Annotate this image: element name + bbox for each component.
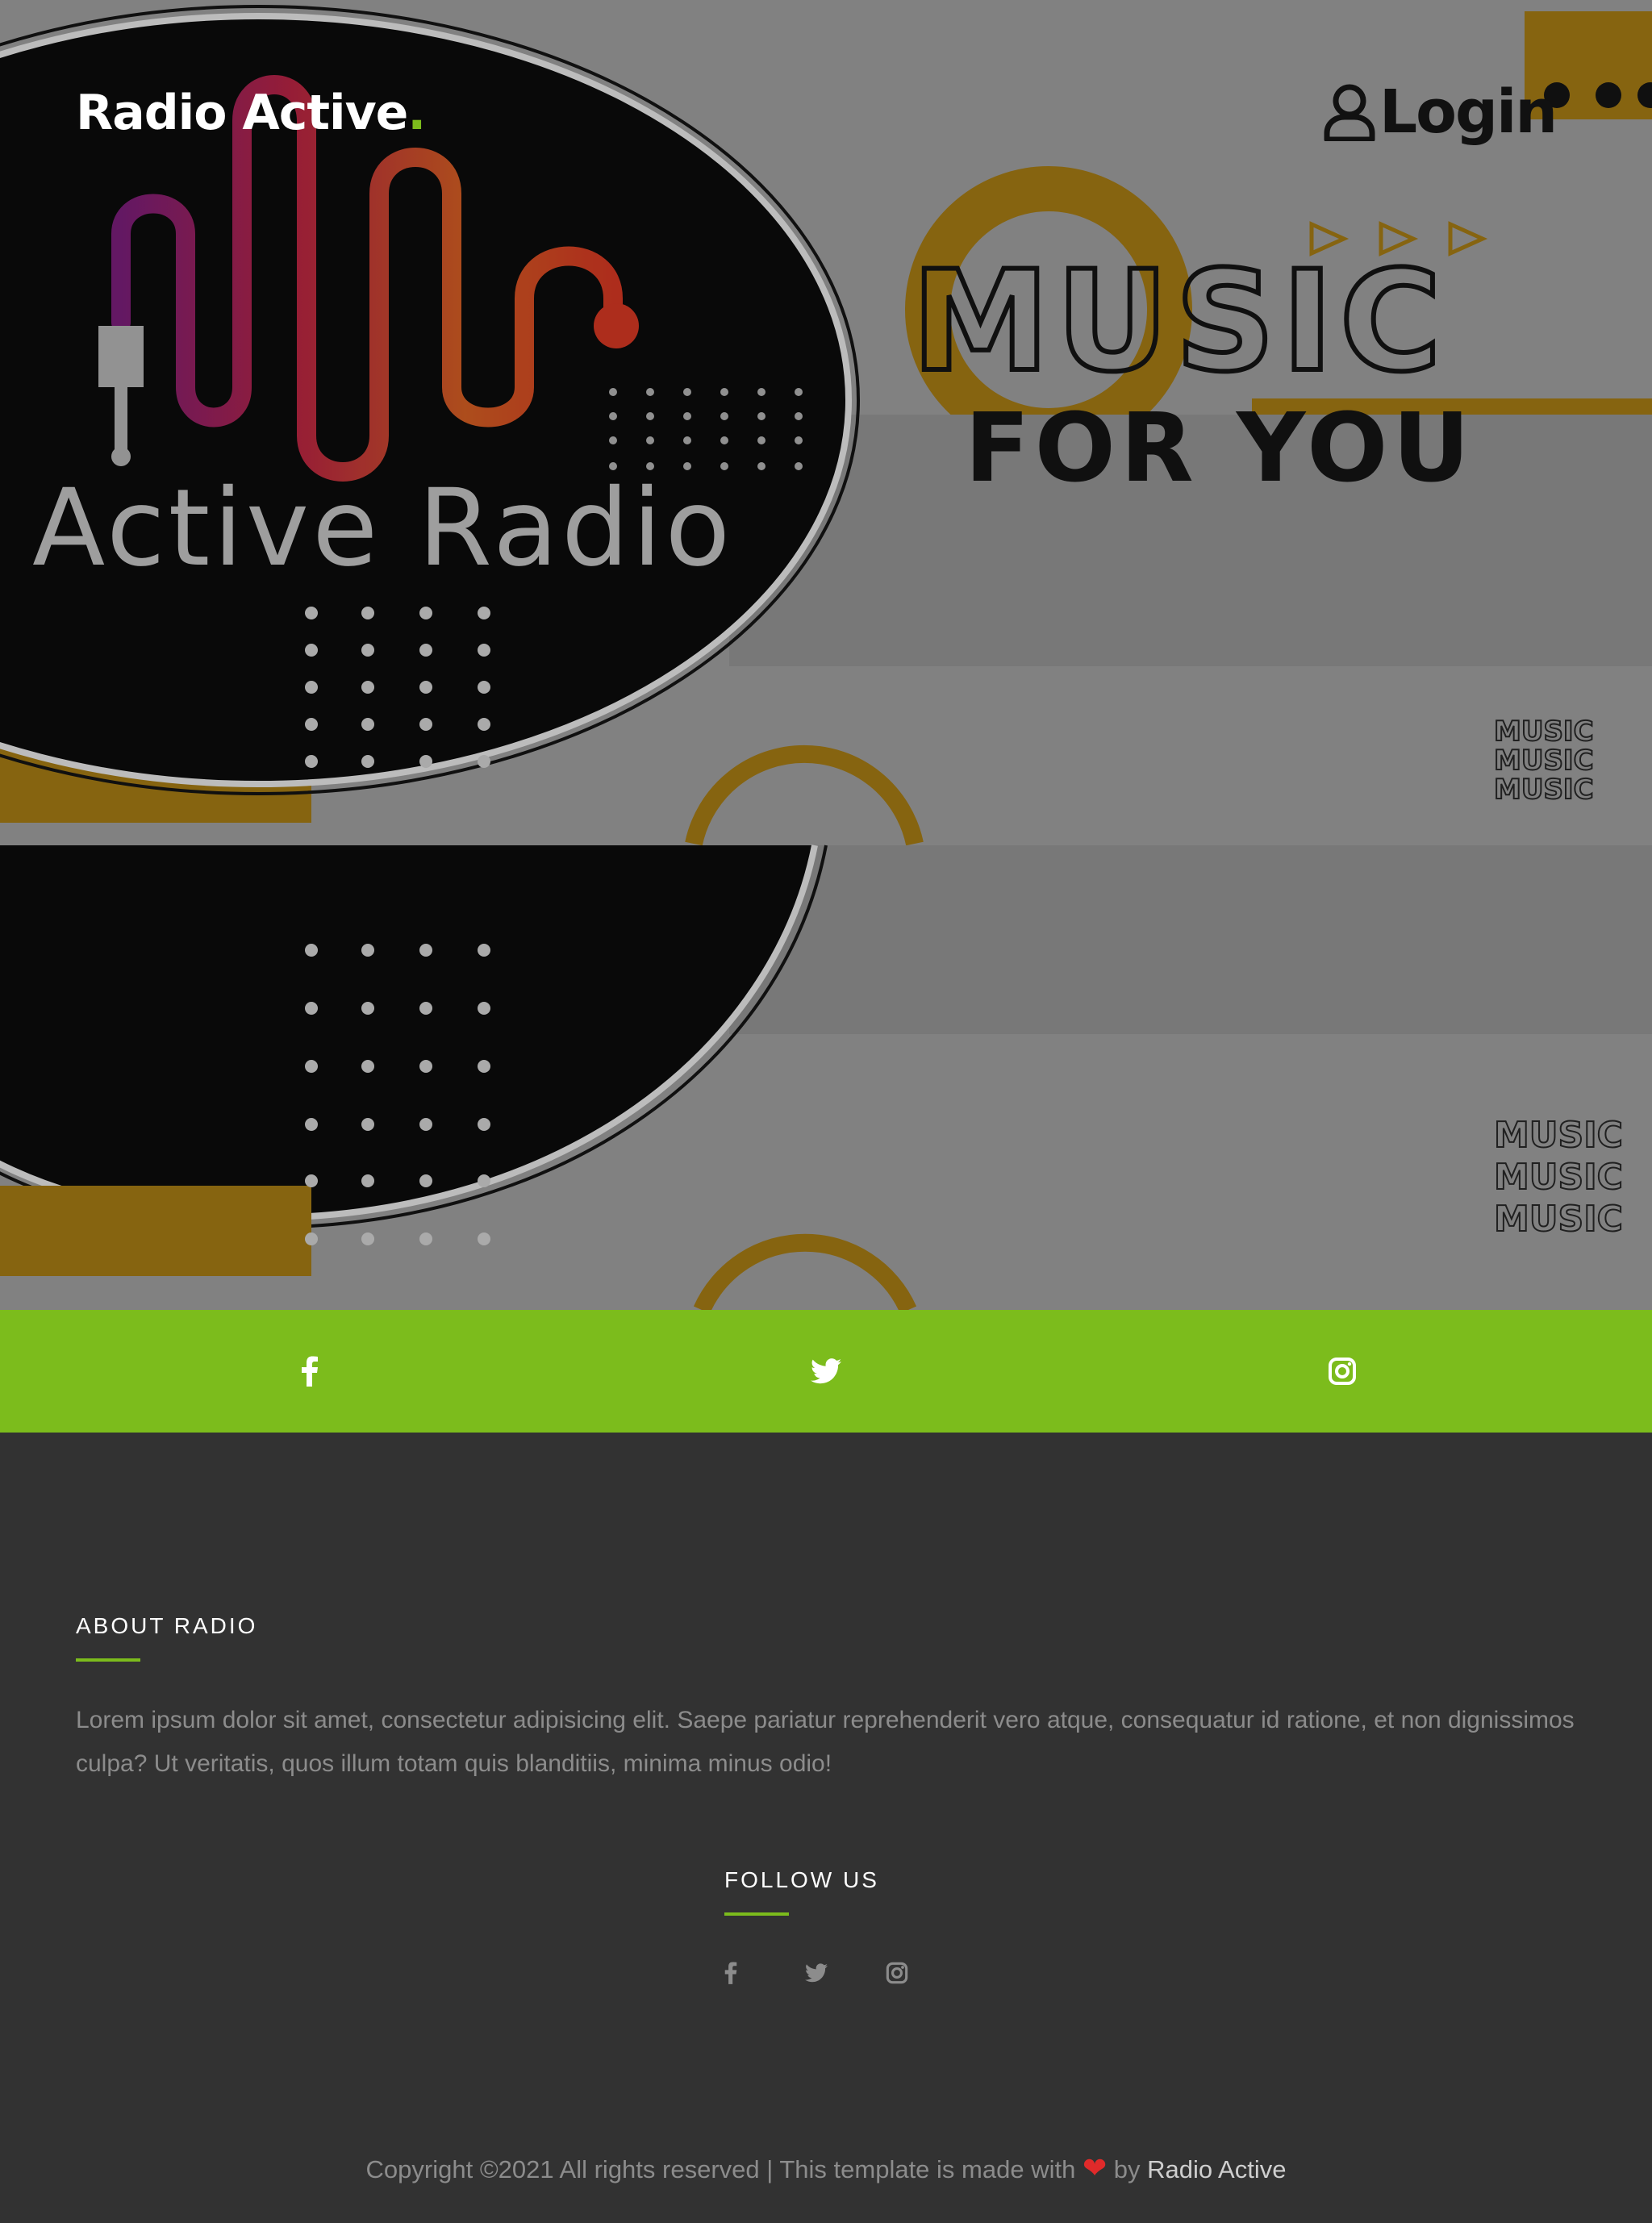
user-icon xyxy=(1324,84,1375,141)
twitter-icon xyxy=(805,1963,828,1983)
copyright-by: by xyxy=(1113,2155,1141,2183)
copyright-text: Copyright ©2021 All rights reserved | Th… xyxy=(365,2155,1076,2183)
about-heading: ABOUT RADIO xyxy=(76,1613,258,1638)
instagram-icon xyxy=(886,1962,908,1984)
brand-logo[interactable]: Radio Active. xyxy=(76,81,426,145)
about-heading-underline xyxy=(76,1658,140,1662)
facebook-icon xyxy=(724,1962,737,1984)
brand-dot: . xyxy=(407,85,426,141)
follow-heading-underline xyxy=(724,1912,789,1916)
social-strip xyxy=(0,1310,1652,1433)
hero-banner: MUSIC FOR YOU Active Radio MUSIC MUSIC M… xyxy=(0,0,1652,1310)
strip-instagram-link[interactable] xyxy=(1313,1342,1371,1400)
heart-icon: ❤ xyxy=(1082,2151,1108,2184)
follow-heading: FOLLOW US xyxy=(724,1867,879,1892)
login-button[interactable]: Login xyxy=(1323,76,1558,148)
strip-facebook-link[interactable] xyxy=(281,1342,339,1400)
login-label: Login xyxy=(1379,77,1558,147)
instagram-icon xyxy=(1329,1358,1356,1385)
twitter-icon xyxy=(811,1358,841,1384)
copyright: Copyright ©2021 All rights reserved | Th… xyxy=(0,2152,1652,2186)
follow-facebook-link[interactable] xyxy=(724,1957,805,1989)
follow-icons xyxy=(724,1957,966,1989)
facebook-icon xyxy=(302,1356,318,1387)
follow-twitter-link[interactable] xyxy=(805,1957,886,1989)
about-text: Lorem ipsum dolor sit amet, consectetur … xyxy=(76,1707,1575,1777)
follow-instagram-link[interactable] xyxy=(886,1957,966,1989)
brand-name: Radio Active xyxy=(76,85,408,141)
top-navbar: Radio Active. Login xyxy=(0,0,1652,226)
copyright-author-link[interactable]: Radio Active xyxy=(1147,2155,1286,2183)
strip-twitter-link[interactable] xyxy=(797,1342,855,1400)
footer: ABOUT RADIO Lorem ipsum dolor sit amet, … xyxy=(0,1433,1652,2223)
